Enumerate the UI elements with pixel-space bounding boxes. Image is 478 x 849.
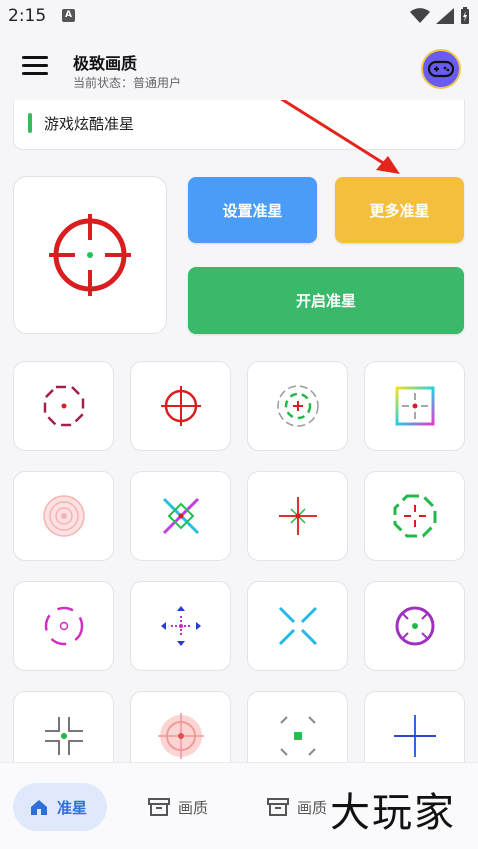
crosshair-option[interactable] [130,361,231,451]
user-status: 当前状态：普通用户 [73,76,182,90]
nav-crosshair-label: 准星 [57,798,88,817]
app-title: 极致画质 [73,54,138,73]
red-glow-crosshair-icon [157,713,204,759]
archive-icon [148,798,170,816]
home-icon [31,800,47,815]
crosshair-option[interactable] [364,581,465,671]
menu-icon-line [22,72,48,75]
crosshair-option[interactable] [130,581,231,671]
x-diamond-crosshair-icon [162,497,199,535]
wifi-icon [410,8,430,23]
nav-crosshair-tab[interactable]: 准星 [13,783,107,831]
crosshair-option[interactable] [247,581,348,671]
purple-circle-crosshair-icon [395,606,434,646]
crosshair-option[interactable] [130,471,231,561]
crosshair-option[interactable] [364,471,465,561]
gamepad-icon [428,60,454,78]
crosshair-option[interactable] [247,361,348,451]
main-content[interactable]: 游戏炫酷准星 设置准星 更多准星 开启准星 [0,100,478,762]
pink-rings-crosshair-icon [42,495,85,537]
status-icons [410,7,470,25]
dashed-ring-crosshair-icon [276,385,319,427]
crosshair-option[interactable] [13,471,114,561]
cyan-x-crosshair-icon [278,606,317,646]
octagon-dot-crosshair-icon [43,385,84,427]
signal-icon [436,8,454,24]
menu-icon-line [22,56,48,59]
red-crosshair-icon [49,214,131,296]
watermark-text: 大玩家 [330,790,456,836]
status-badge: A [62,9,75,22]
blue-plus-crosshair-icon [393,715,436,757]
battery-icon [461,7,469,24]
status-bar: 2:15 A [0,0,478,34]
red-arrow-annotation [280,100,400,174]
crosshair-option[interactable] [13,581,114,671]
crosshair-option[interactable] [364,691,465,762]
nav-quality-tab-2[interactable]: 画质 [267,783,327,831]
enable-crosshair-button[interactable]: 开启准星 [188,267,464,334]
blue-arrows-crosshair-icon [160,606,201,646]
app-bar: 极致画质 当前状态：普通用户 [0,34,478,100]
menu-icon-line [22,64,48,67]
crosshair-option[interactable] [13,361,114,451]
nav-quality2-label: 画质 [297,798,328,817]
gamepad-avatar[interactable] [421,49,461,89]
gradient-square-crosshair-icon [395,386,434,426]
gray-plus-crosshair-icon [44,717,83,755]
notice-text: 游戏炫酷准星 [44,115,135,133]
crosshair-option[interactable] [130,691,231,762]
archive-icon [267,798,289,816]
crosshair-preview [13,176,167,334]
red-star-crosshair-icon [278,497,317,535]
green-square-crosshair-icon [279,716,316,756]
crosshair-option[interactable] [364,361,465,451]
nav-quality-label: 画质 [178,798,209,817]
notice-accent-bar [28,113,32,133]
crosshair-option[interactable] [247,691,348,762]
menu-button[interactable] [22,56,48,78]
nav-quality-tab[interactable]: 画质 [148,783,208,831]
green-octagon-crosshair-icon [393,494,436,538]
circle-cross-crosshair-icon [160,386,201,426]
crosshair-option[interactable] [13,691,114,762]
status-time: 2:15 [8,6,47,26]
magenta-ring-crosshair-icon [44,606,83,646]
crosshair-option[interactable] [247,471,348,561]
